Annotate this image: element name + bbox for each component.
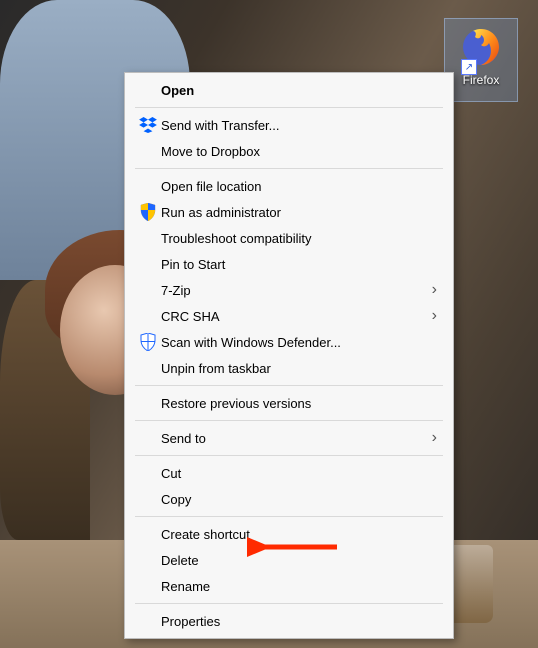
blank-icon — [135, 489, 161, 509]
menu-item-label: Move to Dropbox — [161, 144, 437, 159]
chevron-right-icon: › — [423, 429, 437, 447]
blank-icon — [135, 463, 161, 483]
blank-icon — [135, 80, 161, 100]
blank-icon — [135, 280, 161, 300]
menu-item-label: Restore previous versions — [161, 396, 437, 411]
menu-item-properties[interactable]: Properties — [127, 608, 451, 634]
menu-separator — [135, 420, 443, 421]
menu-item-create-shortcut[interactable]: Create shortcut — [127, 521, 451, 547]
menu-item-label: Create shortcut — [161, 527, 437, 542]
menu-item-restore-previous-versions[interactable]: Restore previous versions — [127, 390, 451, 416]
blank-icon — [135, 176, 161, 196]
menu-item-label: Send with Transfer... — [161, 118, 437, 133]
menu-item-unpin-from-taskbar[interactable]: Unpin from taskbar — [127, 355, 451, 381]
desktop-wallpaper: ↗ Firefox Open Send with Transfer... Move … — [0, 0, 538, 648]
menu-item-7-zip[interactable]: 7-Zip› — [127, 277, 451, 303]
menu-item-label: Run as administrator — [161, 205, 437, 220]
menu-separator — [135, 516, 443, 517]
menu-item-label: Copy — [161, 492, 437, 507]
blank-icon — [135, 141, 161, 161]
menu-item-move-to-dropbox[interactable]: Move to Dropbox — [127, 138, 451, 164]
menu-item-run-as-administrator[interactable]: Run as administrator — [127, 199, 451, 225]
blank-icon — [135, 254, 161, 274]
dropbox-icon — [135, 115, 161, 135]
menu-separator — [135, 385, 443, 386]
menu-item-rename[interactable]: Rename — [127, 573, 451, 599]
desktop-icon-firefox[interactable]: ↗ Firefox — [444, 18, 518, 102]
menu-item-pin-to-start[interactable]: Pin to Start — [127, 251, 451, 277]
menu-separator — [135, 168, 443, 169]
chevron-right-icon: › — [423, 281, 437, 299]
menu-item-delete[interactable]: Delete — [127, 547, 451, 573]
blank-icon — [135, 306, 161, 326]
blank-icon — [135, 576, 161, 596]
shield-defender-icon — [135, 332, 161, 352]
menu-item-label: Properties — [161, 614, 437, 629]
menu-item-open[interactable]: Open — [127, 77, 451, 103]
menu-item-label: CRC SHA — [161, 309, 423, 324]
menu-item-label: Delete — [161, 553, 437, 568]
blank-icon — [135, 358, 161, 378]
menu-item-send-to[interactable]: Send to› — [127, 425, 451, 451]
blank-icon — [135, 228, 161, 248]
desktop-icon-label: Firefox — [463, 73, 500, 87]
shortcut-arrow-icon: ↗ — [461, 59, 477, 75]
menu-item-label: Pin to Start — [161, 257, 437, 272]
menu-item-label: Send to — [161, 431, 423, 446]
menu-item-label: Scan with Windows Defender... — [161, 335, 437, 350]
menu-item-send-with-transfer[interactable]: Send with Transfer... — [127, 112, 451, 138]
menu-separator — [135, 107, 443, 108]
menu-item-label: Troubleshoot compatibility — [161, 231, 437, 246]
menu-item-scan-with-windows-defender[interactable]: Scan with Windows Defender... — [127, 329, 451, 355]
menu-item-copy[interactable]: Copy — [127, 486, 451, 512]
context-menu: Open Send with Transfer... Move to Dropbox… — [124, 72, 454, 639]
menu-item-troubleshoot-compatibility[interactable]: Troubleshoot compatibility — [127, 225, 451, 251]
menu-item-label: 7-Zip — [161, 283, 423, 298]
blank-icon — [135, 550, 161, 570]
blank-icon — [135, 428, 161, 448]
menu-item-label: Open — [161, 83, 437, 98]
shield-uac-icon — [135, 202, 161, 222]
menu-item-crc-sha[interactable]: CRC SHA› — [127, 303, 451, 329]
menu-separator — [135, 455, 443, 456]
menu-item-cut[interactable]: Cut — [127, 460, 451, 486]
menu-item-label: Unpin from taskbar — [161, 361, 437, 376]
blank-icon — [135, 524, 161, 544]
menu-item-open-file-location[interactable]: Open file location — [127, 173, 451, 199]
blank-icon — [135, 611, 161, 631]
menu-separator — [135, 603, 443, 604]
blank-icon — [135, 393, 161, 413]
menu-item-label: Open file location — [161, 179, 437, 194]
menu-item-label: Rename — [161, 579, 437, 594]
chevron-right-icon: › — [423, 307, 437, 325]
menu-item-label: Cut — [161, 466, 437, 481]
